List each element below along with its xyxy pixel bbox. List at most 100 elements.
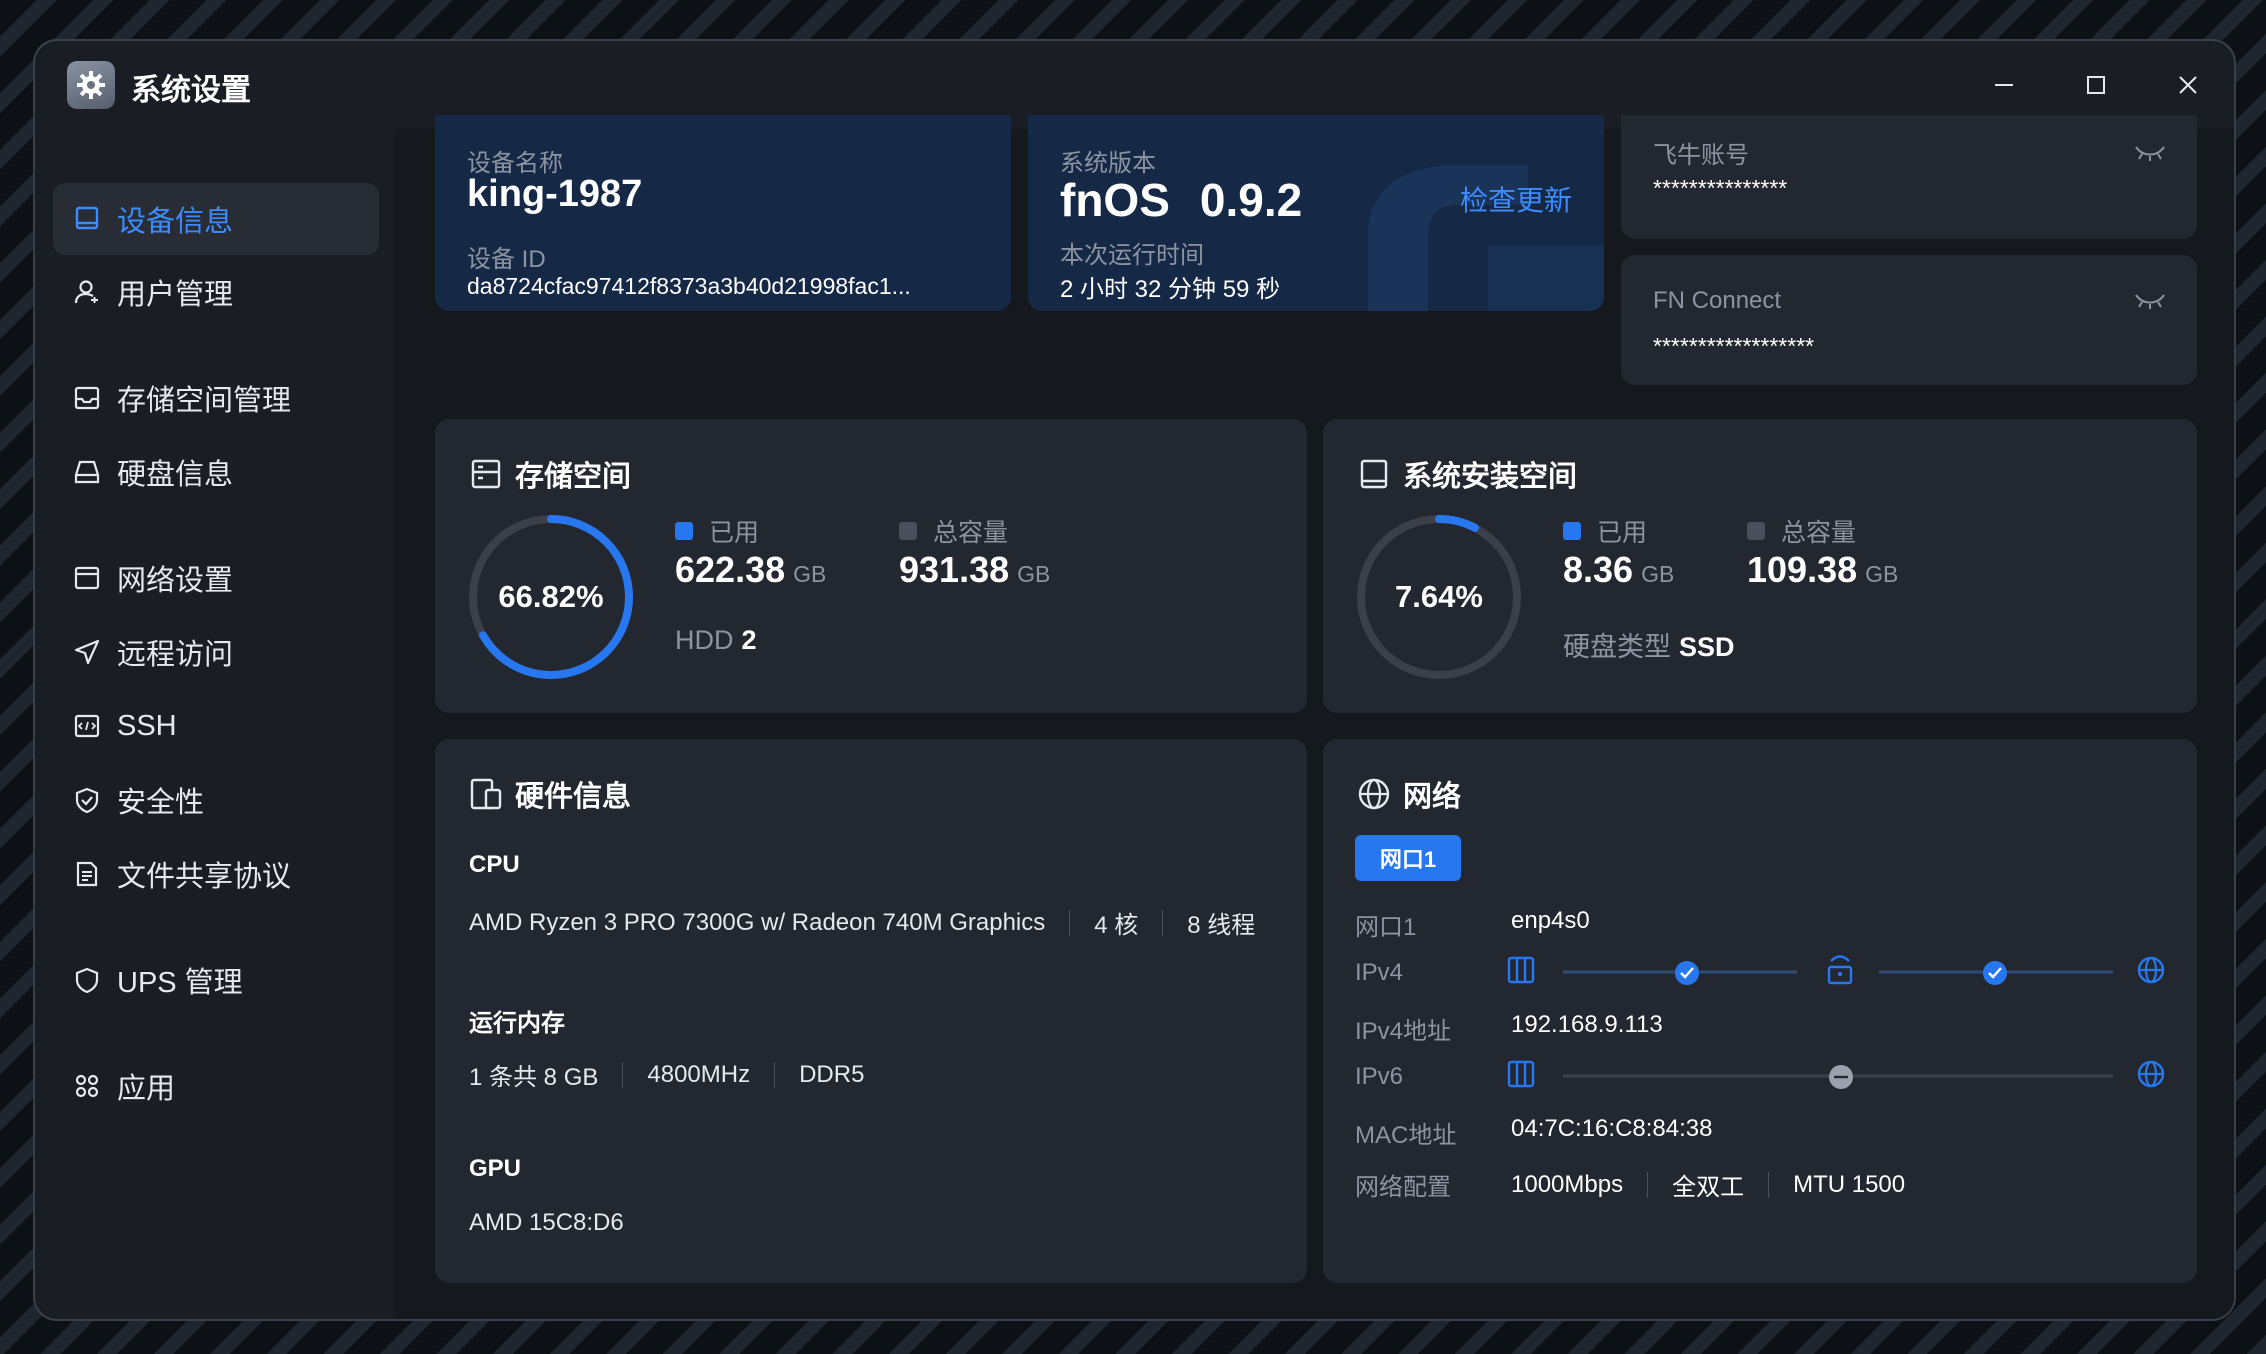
divider	[774, 1061, 776, 1088]
port-value: enp4s0	[1511, 907, 1590, 934]
storage-card: 存储空间 66.82% 已用 总容量 622.38 GB 931.38 GB HDD…	[435, 419, 1307, 713]
fn-connect-card: FN Connect ******************	[1621, 255, 2197, 385]
close-button[interactable]	[2165, 63, 2211, 107]
feiniu-account-label: 飞牛账号	[1653, 142, 1749, 169]
sidebar-item-label: 用户管理	[117, 279, 234, 311]
tab-port1[interactable]: 网口1	[1355, 835, 1461, 881]
sidebar-item-label: 存储空间管理	[117, 385, 292, 417]
sidebar-item-security[interactable]: 安全性	[53, 764, 379, 836]
install-space-title-text: 系统安装空间	[1403, 461, 1578, 493]
sidebar-item-storage[interactable]: 存储空间管理	[53, 362, 379, 434]
memory-size: 1 条共 8 GB	[469, 1064, 599, 1091]
memory-speed: 4800MHz	[647, 1060, 751, 1088]
check-circle-icon	[1983, 961, 2007, 985]
cpu-row: AMD Ryzen 3 PRO 7300G w/ Radeon 740M Gra…	[469, 905, 1255, 940]
mtu-value: MTU 1500	[1793, 1170, 1906, 1198]
fn-connect-label: FN Connect	[1653, 287, 1782, 314]
minimize-button[interactable]	[1981, 63, 2027, 107]
install-used-label: 已用	[1597, 519, 1648, 547]
storage-total-label: 总容量	[933, 519, 1009, 547]
eye-closed-icon[interactable]	[2133, 143, 2167, 163]
sidebar: 设备信息 用户管理 存储空间管理 硬盘信息 网络设置 远程访问 SSH 安全性 …	[35, 129, 395, 1319]
divider	[1069, 909, 1071, 936]
network-title-text: 网络	[1403, 781, 1462, 813]
cpu-threads: 8 线程	[1187, 912, 1256, 939]
install-total-label: 总容量	[1781, 519, 1857, 547]
used-swatch	[1563, 522, 1581, 540]
cpu-model: AMD Ryzen 3 PRO 7300G w/ Radeon 740M Gra…	[469, 908, 1046, 936]
ipv4-connection-diagram	[1507, 955, 2165, 985]
storage-disk-type-value: 2	[741, 625, 757, 655]
eye-closed-icon[interactable]	[2133, 291, 2167, 311]
sidebar-item-ssh[interactable]: SSH	[53, 690, 379, 762]
nas-device-icon	[1507, 956, 1535, 984]
install-used-legend: 已用	[1563, 513, 1647, 549]
install-used-value: 8.36 GB	[1563, 549, 1674, 591]
main-content: 设备名称 king-1987 设备 ID da8724cfac97412f837…	[395, 115, 2234, 1319]
hardware-title: 硬件信息	[469, 773, 631, 815]
sidebar-item-device-info[interactable]: 设备信息	[53, 183, 379, 255]
network-title: 网络	[1357, 773, 1461, 815]
shield-check-icon	[71, 784, 103, 816]
network-config-label: 网络配置	[1355, 1174, 1451, 1201]
link-speed: 1000Mbps	[1511, 1170, 1624, 1198]
memory-label: 运行内存	[469, 1010, 565, 1037]
monitor-icon	[71, 203, 103, 235]
storage-icon	[71, 382, 103, 414]
user-icon	[71, 276, 103, 308]
install-total-value: 109.38 GB	[1747, 549, 1898, 591]
storage-title: 存储空间	[469, 453, 631, 495]
install-percent: 7.64%	[1395, 579, 1483, 614]
port-label: 网口1	[1355, 914, 1417, 941]
network-settings-icon	[71, 562, 103, 594]
sidebar-item-network[interactable]: 网络设置	[53, 542, 379, 614]
minus-circle-icon	[1829, 1065, 1853, 1089]
hardware-card: 硬件信息 CPU AMD Ryzen 3 PRO 7300G w/ Radeon…	[435, 739, 1307, 1283]
nas-device-icon	[1507, 1060, 1535, 1088]
gpu-model: AMD 15C8:D6	[469, 1209, 624, 1236]
sidebar-item-label: SSH	[117, 709, 177, 742]
feiniu-account-value: ***************	[1653, 175, 1788, 201]
document-icon	[71, 858, 103, 890]
ipv4-address-label: IPv4地址	[1355, 1018, 1452, 1045]
check-circle-icon	[1675, 961, 1699, 985]
sidebar-item-label: 设备信息	[117, 206, 234, 238]
memory-row: 1 条共 8 GB 4800MHz DDR5	[469, 1057, 864, 1092]
storage-box-icon	[469, 457, 503, 491]
storage-total-number: 931.38	[899, 549, 1010, 590]
sidebar-item-file-sharing[interactable]: 文件共享协议	[53, 838, 379, 910]
mac-address: 04:7C:16:C8:84:38	[1511, 1115, 1713, 1142]
check-update-link[interactable]: 检查更新	[1460, 179, 1572, 219]
storage-total-legend: 总容量	[899, 513, 1008, 549]
sidebar-item-label: UPS 管理	[117, 967, 243, 999]
install-disk-type: 硬盘类型 SSD	[1563, 625, 1735, 664]
sidebar-item-label: 网络设置	[117, 565, 234, 597]
sidebar-item-ups[interactable]: UPS 管理	[53, 944, 379, 1016]
memory-type: DDR5	[799, 1060, 865, 1088]
fnos-watermark-icon	[1368, 165, 1604, 311]
feiniu-account-card: 飞牛账号 ***************	[1621, 115, 2197, 239]
device-id-label: 设备 ID	[467, 246, 546, 273]
sidebar-item-label: 应用	[117, 1073, 176, 1105]
install-used-number: 8.36	[1563, 549, 1634, 590]
maximize-button[interactable]	[2073, 63, 2119, 107]
mac-label: MAC地址	[1355, 1122, 1457, 1149]
sidebar-item-label: 安全性	[117, 787, 205, 819]
terminal-icon	[71, 710, 103, 742]
storage-percent: 66.82%	[498, 579, 604, 614]
sidebar-item-users[interactable]: 用户管理	[53, 256, 379, 328]
install-disk-type-label: 硬盘类型	[1563, 632, 1671, 662]
sidebar-item-remote[interactable]: 远程访问	[53, 616, 379, 688]
devices-icon	[469, 777, 503, 811]
sidebar-item-label: 文件共享协议	[117, 861, 292, 893]
fn-connect-value: ******************	[1653, 333, 1815, 359]
system-version-value: fnOS 0.9.2	[1060, 173, 1302, 227]
monitor-icon	[1357, 457, 1391, 491]
install-disk-type-value: SSD	[1679, 632, 1735, 662]
sidebar-item-disks[interactable]: 硬盘信息	[53, 436, 379, 508]
install-total-unit: GB	[1865, 561, 1899, 587]
sidebar-item-apps[interactable]: 应用	[53, 1050, 379, 1122]
globe-icon	[1357, 777, 1391, 811]
storage-used-number: 622.38	[675, 549, 786, 590]
divider	[1768, 1171, 1770, 1198]
